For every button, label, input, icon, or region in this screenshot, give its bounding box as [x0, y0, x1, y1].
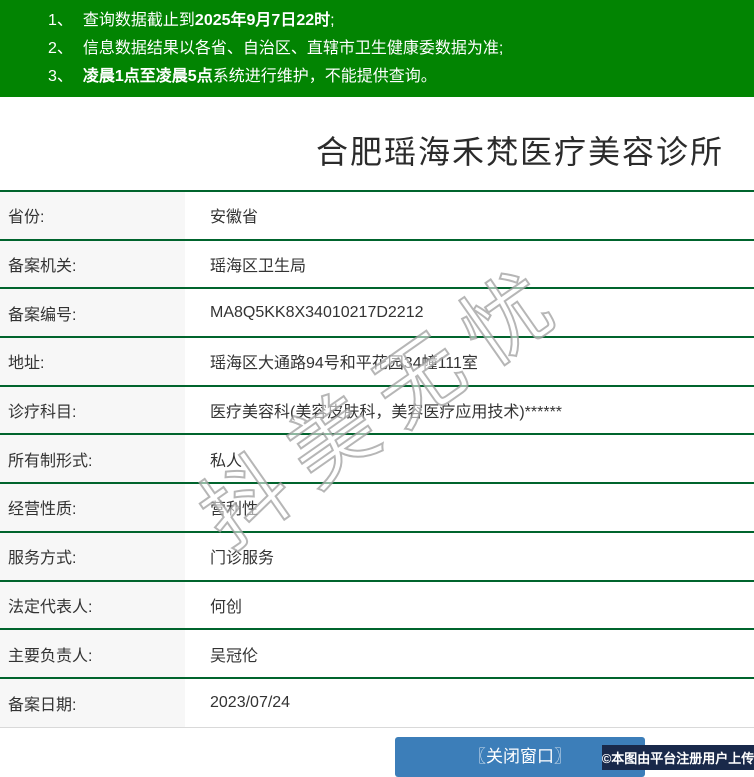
- notice-text: 系统进行维护，不能提供查询。: [212, 68, 437, 85]
- row-value: 营利性: [210, 501, 259, 519]
- notice-text: 信息数据结果以各省、自治区、直辖市卫生健康委数据为准;: [82, 40, 504, 57]
- row-label: 备案日期:: [0, 678, 185, 727]
- uploader-credit-badge: ©本图由平台注册用户上传: [602, 745, 754, 770]
- row-value: 吴冠伦: [210, 647, 259, 665]
- row-label: 地址:: [0, 338, 185, 385]
- row-label: 备案机关:: [0, 240, 185, 288]
- notice-line: 2、 信息数据结果以各省、自治区、直辖市卫生健康委数据为准;: [48, 35, 754, 63]
- row-value: 门诊服务: [210, 550, 275, 568]
- notice-number: 2、: [48, 40, 73, 57]
- table-row: 经营性质: 营利性: [0, 484, 754, 533]
- table-row: 备案机关: 瑶海区卫生局: [0, 240, 754, 290]
- notice-text-bold: 凌晨1点至凌晨5点: [82, 68, 213, 85]
- table-row: 备案编号: MA8Q5KK8X34010217D2212: [0, 289, 754, 339]
- row-value: 何创: [210, 598, 243, 616]
- table-row: 备案日期: 2023/07/24: [0, 678, 754, 728]
- row-value: MA8Q5KK8X34010217D2212: [210, 303, 424, 321]
- notice-line: 3、 凌晨1点至凌晨5点系统进行维护，不能提供查询。: [48, 63, 754, 91]
- table-row: 服务方式: 门诊服务: [0, 532, 754, 582]
- row-label: 备案编号:: [0, 289, 185, 337]
- row-label: 法定代表人:: [0, 581, 185, 629]
- table-row: 所有制形式: 私人: [0, 435, 754, 485]
- table-row: 法定代表人: 何创: [0, 581, 754, 631]
- row-value: 瑶海区大通路94号和平花园34幢111室: [210, 355, 478, 373]
- notice-text: ;: [330, 12, 335, 29]
- row-label: 所有制形式:: [0, 435, 185, 483]
- table-row: 诊疗科目: 医疗美容科(美容皮肤科，美容医疗应用技术)******: [0, 386, 754, 436]
- page-title: 合肥瑶海禾梵医疗美容诊所: [315, 134, 724, 170]
- notice-number: 3、: [48, 68, 73, 85]
- row-label: 服务方式:: [0, 532, 185, 580]
- row-value: 私人: [210, 452, 243, 470]
- notice-text: 查询数据截止到: [82, 12, 195, 29]
- notice-number: 1、: [48, 12, 73, 29]
- table-row: 地址: 瑶海区大通路94号和平花园34幢111室: [0, 338, 754, 387]
- title-band: 合肥瑶海禾梵医疗美容诊所: [0, 97, 754, 190]
- row-label: 经营性质:: [0, 484, 185, 531]
- row-label: 诊疗科目:: [0, 386, 185, 434]
- notice-line: 1、 查询数据截止到2025年9月7日22时;: [48, 7, 754, 35]
- row-label: 省份:: [0, 192, 185, 239]
- table-row: 省份: 安徽省: [0, 192, 754, 241]
- row-value: 医疗美容科(美容皮肤科，美容医疗应用技术)******: [210, 404, 563, 422]
- result-page: 合肥瑶海禾梵医疗美容诊所 省份: 安徽省 备案机关: 瑶海区卫生局 备案编号: …: [0, 97, 754, 728]
- row-value: 瑶海区卫生局: [210, 258, 307, 276]
- row-value: 2023/07/24: [210, 693, 291, 711]
- notice-text-bold: 2025年9月7日22时: [194, 12, 331, 29]
- table-row: 主要负责人: 吴冠伦: [0, 630, 754, 679]
- record-table: 省份: 安徽省 备案机关: 瑶海区卫生局 备案编号: MA8Q5KK8X3401…: [0, 190, 754, 728]
- row-label: 主要负责人:: [0, 630, 185, 677]
- row-value: 安徽省: [210, 209, 259, 227]
- notice-banner: 1、 查询数据截止到2025年9月7日22时; 2、 信息数据结果以各省、自治区、直…: [0, 0, 754, 97]
